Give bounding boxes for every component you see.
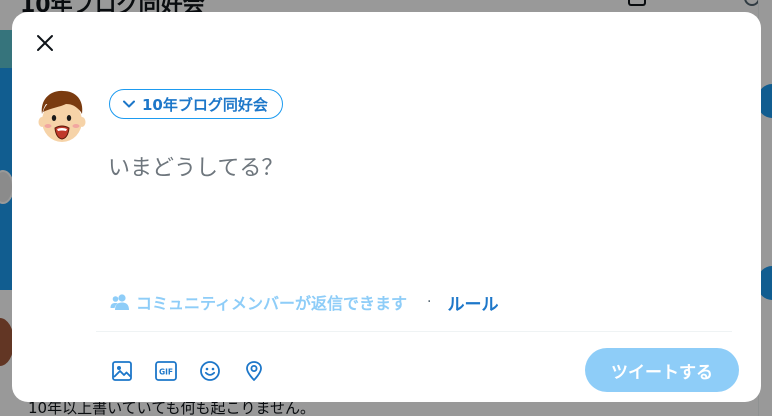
image-icon — [112, 361, 132, 381]
emoji-icon — [200, 361, 220, 381]
rules-link[interactable]: ルール — [448, 290, 499, 315]
compose-toolbar: GIF — [106, 355, 270, 387]
close-button[interactable] — [28, 26, 62, 60]
location-icon — [246, 361, 262, 381]
audience-selector-button[interactable]: 10年ブログ同好会 — [109, 89, 283, 119]
add-location-button[interactable] — [238, 355, 270, 387]
reply-setting-button[interactable]: コミュニティメンバーが返信できます — [110, 290, 407, 314]
avatar[interactable] — [36, 88, 88, 146]
reply-settings-row: コミュニティメンバーが返信できます · ルール — [110, 289, 499, 315]
add-emoji-button[interactable] — [194, 355, 226, 387]
gif-icon: GIF — [155, 361, 177, 381]
tweet-button[interactable]: ツイートする — [585, 348, 739, 392]
add-gif-button[interactable]: GIF — [150, 355, 182, 387]
gif-text: GIF — [159, 368, 173, 377]
reply-setting-label: コミュニティメンバーが返信できます — [136, 294, 408, 313]
close-icon — [37, 35, 53, 51]
separator-dot: · — [427, 294, 432, 310]
avatar-illustration — [38, 90, 86, 142]
chevron-down-icon — [123, 100, 135, 108]
compose-text-input[interactable] — [108, 150, 728, 260]
compose-tweet-modal: 10年ブログ同好会 コミュニティメンバーが返信できます · ルール — [12, 12, 761, 402]
audience-label: 10年ブログ同好会 — [142, 95, 268, 114]
people-icon — [110, 294, 129, 310]
divider — [96, 331, 732, 332]
add-media-button[interactable] — [106, 355, 138, 387]
